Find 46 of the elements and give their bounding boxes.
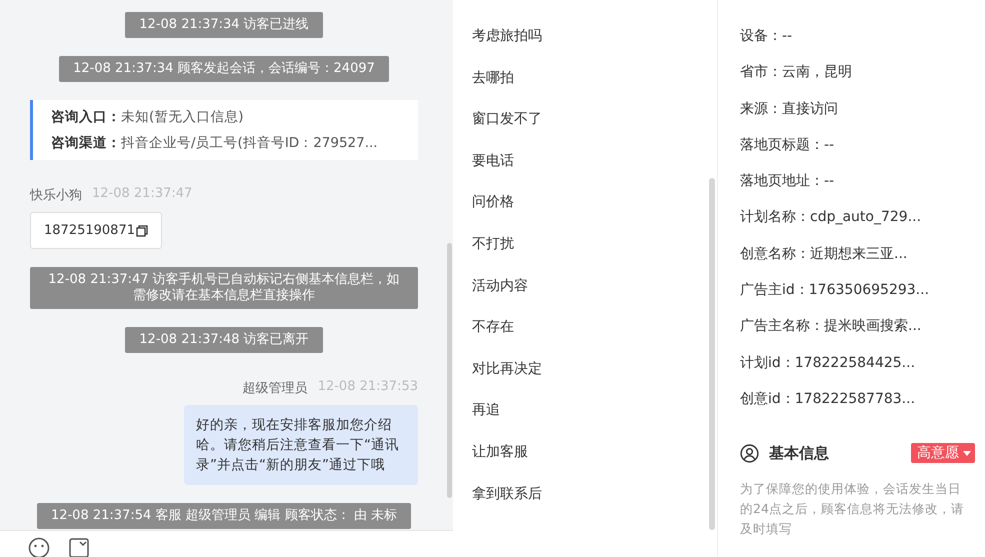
system-message: 12-08 21:37:48 访客已离开 [125, 327, 323, 353]
quick-reply-item[interactable]: 去哪拍 [472, 66, 717, 108]
info-value: 抖音企业号/员工号(抖音号ID：279527... [121, 135, 378, 151]
message-text: 18725190871 [44, 223, 135, 238]
system-message: 12-08 21:37:34 顾客发起会话，会话编号：24097 [59, 56, 389, 82]
info-label: 咨询入口： [51, 109, 121, 125]
quick-reply-item[interactable]: 拿到联系后 [472, 482, 717, 524]
system-message: 12-08 21:37:34 访客已进线 [125, 12, 323, 38]
sender-name: 超级管理员 [242, 380, 308, 397]
quick-reply-item[interactable]: 不存在 [472, 316, 717, 358]
info-field: 创意名称：近期想来三亚... [740, 246, 908, 262]
info-field: 创意id：178222587783... [740, 390, 916, 407]
info-field: 落地页标题：-- [740, 136, 834, 153]
quick-reply-item[interactable]: 不打扰 [472, 232, 717, 275]
scrollbar[interactable] [709, 178, 715, 530]
sender-name: 快乐小狗 [30, 187, 82, 204]
quick-reply-item[interactable]: 让加客服 [472, 440, 717, 483]
caret-icon [963, 450, 971, 456]
message-time: 12-08 21:37:53 [318, 379, 418, 396]
message-bubble: 好的亲，现在安排客服加您介绍哈。请您稍后注意查看一下“通讯录”并点击“新的朋友”通过下哦 [184, 405, 418, 485]
quick-reply-item[interactable]: 活动内容 [472, 274, 717, 316]
info-field: 设备：-- [740, 28, 792, 44]
info-value: 未知(暂无入口信息) [121, 109, 244, 125]
notice-text: 为了保障您的使用体验，会话发生当日的24点之后，顾客信息将无法修改，请及时填写 [740, 480, 965, 538]
section-title: 基本信息 [769, 444, 829, 463]
info-label: 咨询渠道： [51, 135, 121, 151]
user-icon [740, 444, 759, 463]
system-message: 12-08 21:37:47 访客手机号已自动标记右侧基本信息栏，如需修改请在基本信息栏直接操作 [30, 267, 418, 309]
scrollbar[interactable] [447, 243, 452, 498]
quick-reply-item[interactable]: 问价格 [472, 191, 717, 233]
quick-reply-item[interactable]: 对比再决定 [472, 358, 717, 400]
quick-reply-item[interactable]: 要电话 [472, 150, 717, 192]
message-time: 12-08 21:37:47 [92, 186, 192, 203]
quick-reply-item[interactable]: 考虑旅拍吗 [472, 25, 717, 67]
info-field: 广告主id：176350695293... [740, 282, 930, 298]
system-message: 12-08 21:37:54 客服 超级管理员 编辑 顾客状态： 由 未标 [36, 503, 412, 529]
info-field: 来源：直接访问 [740, 100, 838, 117]
emoji-icon[interactable] [28, 537, 50, 557]
info-field: 计划id：178222584425... [740, 354, 916, 371]
quick-reply-item[interactable]: 再追 [472, 399, 717, 441]
info-field: 落地页地址：-- [740, 173, 834, 190]
quick-reply-item[interactable]: 窗口发不了 [472, 108, 717, 150]
info-field: 广告主名称：提米映画搜索... [740, 318, 922, 334]
copy-icon[interactable] [136, 224, 148, 236]
info-field: 计划名称：cdp_auto_729... [740, 209, 922, 226]
info-field: 省市：云南，昆明 [740, 64, 852, 80]
